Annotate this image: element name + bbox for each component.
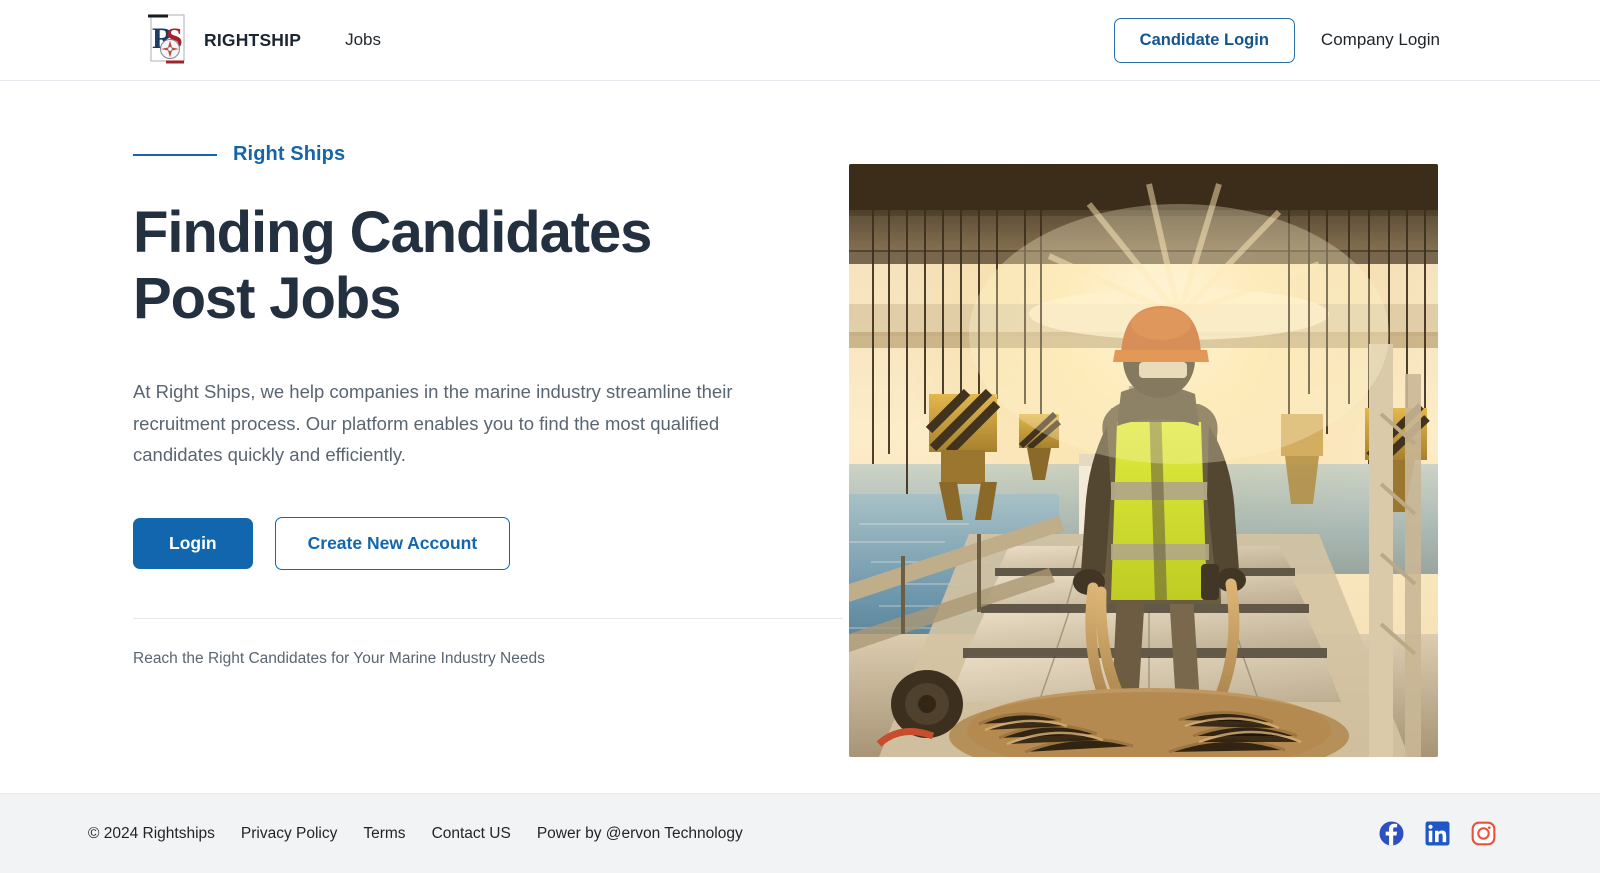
page-title-line-1: Finding Candidates: [133, 200, 849, 266]
main-content: Right Ships Finding Candidates Post Jobs…: [0, 81, 1600, 793]
brand-logo[interactable]: R S RIGHTSHIP: [142, 12, 301, 68]
hero-image-column: [849, 143, 1438, 757]
footer-links: © 2024 Rightships Privacy Policy Terms C…: [88, 825, 743, 843]
hero-eyebrow-label: Right Ships: [233, 143, 345, 166]
hero-tagline: Reach the Right Candidates for Your Mari…: [133, 650, 849, 668]
hero-eyebrow: Right Ships: [133, 143, 849, 166]
main-nav: Jobs: [337, 24, 389, 56]
footer-link-terms[interactable]: Terms: [363, 825, 405, 843]
hero-divider: [133, 618, 843, 619]
eyebrow-rule-icon: [133, 154, 217, 156]
hero-image: [849, 164, 1438, 757]
hero-description: At Right Ships, we help companies in the…: [133, 376, 793, 470]
footer-link-contact-us[interactable]: Contact US: [432, 825, 511, 843]
site-footer: © 2024 Rightships Privacy Policy Terms C…: [0, 793, 1600, 873]
login-button[interactable]: Login: [133, 518, 253, 569]
nav-jobs[interactable]: Jobs: [337, 24, 389, 56]
page-title-line-2: Post Jobs: [133, 266, 849, 332]
brand-name: RIGHTSHIP: [204, 30, 301, 51]
header-actions: Candidate Login Company Login: [1114, 18, 1440, 63]
footer-link-privacy-policy[interactable]: Privacy Policy: [241, 825, 337, 843]
hero-text-column: Right Ships Finding Candidates Post Jobs…: [133, 143, 849, 757]
hero-cta-group: Login Create New Account: [133, 517, 849, 570]
instagram-icon[interactable]: [1471, 821, 1496, 846]
site-header: R S RIGHTSHIP Jobs Candidate Login Compa…: [0, 0, 1600, 81]
page-title: Finding Candidates Post Jobs: [133, 200, 849, 332]
candidate-login-button[interactable]: Candidate Login: [1114, 18, 1295, 63]
footer-link-powered-by[interactable]: Power by @ervon Technology: [537, 825, 743, 843]
hero-section: Right Ships Finding Candidates Post Jobs…: [0, 81, 1600, 757]
linkedin-icon[interactable]: [1425, 821, 1450, 846]
social-links: [1379, 821, 1496, 846]
landing-page: R S RIGHTSHIP Jobs Candidate Login Compa…: [0, 0, 1600, 873]
footer-copyright: © 2024 Rightships: [88, 825, 215, 843]
create-new-account-button[interactable]: Create New Account: [275, 517, 511, 570]
rightship-rs-compass-logo-icon: R S: [142, 12, 190, 68]
facebook-icon[interactable]: [1379, 821, 1404, 846]
company-login-link[interactable]: Company Login: [1321, 30, 1440, 50]
